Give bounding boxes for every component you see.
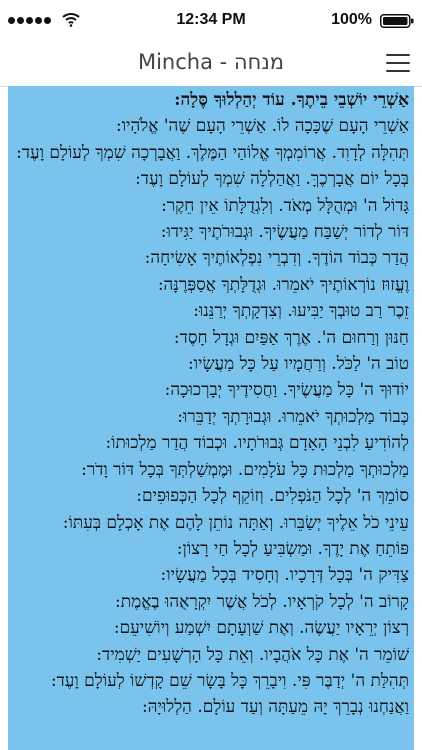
prayer-line: מַלְכוּתְךָ מַלְכוּת כָּל עֹלָמִים. וּמֶ… <box>81 459 409 480</box>
prayer-line: צַדִּיק ה' בְּכָל דְּרָכָיו. וְחָסִיד בְ… <box>160 565 409 586</box>
navigation-bar: Mincha - מנחה <box>0 40 422 87</box>
phone-screen: 12:34 PM 100% Mincha - מנחה אַשְׁרֵי יוֹ… <box>0 0 422 750</box>
prayer-line: חַנּוּן וְרַחוּם ה'. אֶרֶךְ אַפַּיִם וּג… <box>173 327 409 348</box>
prayer-line: רְצוֹן יְרֵאָיו יַעֲשֶׂה. וְאֶת שַׁוְעָת… <box>113 618 409 639</box>
prayer-line: הֲדַר כְּבוֹד הוֹדֶךָ. וְדִבְרֵי נִפְלְא… <box>144 248 409 269</box>
prayer-line: פּוֹתֵחַ אֶת יָדֶךָ. וּמַשְׂבִּיעַ לְכָל… <box>176 538 409 559</box>
prayer-line: לְהוֹדִיעַ לִבְנֵי הָאָדָם גְּבוּרֹתָיו.… <box>105 433 409 454</box>
prayer-line: יוֹדוּךָ ה' כָּל מַעֲשֶׂיךָ. וַחֲסִידֶיך… <box>164 380 409 401</box>
prayer-line: גָּדוֹל ה' וּמְהֻלָּל מְאֹד. וְלִגְדֻלָּ… <box>161 195 409 216</box>
prayer-line: שׁוֹמֵר ה' אֶת כָּל אֹהֲבָיו. וְאֵת כָּל… <box>96 644 409 665</box>
battery-percentage: 100% <box>331 11 372 28</box>
prayer-line: קָרוֹב ה' לְכָל קֹרְאָיו. לְכֹל אֲשֶׁר י… <box>115 591 409 612</box>
prayer-content[interactable]: אַשְׁרֵי יוֹשְׁבֵי בֵיתֶךָ. עוֹד יְהַלְל… <box>8 86 414 750</box>
prayer-line: כְּבוֹד מַלְכוּתְךָ יֹאמֵרוּ. וּגְבוּרָת… <box>177 406 409 427</box>
prayer-heading: אַשְׁרֵי יוֹשְׁבֵי בֵיתֶךָ. עוֹד יְהַלְל… <box>174 90 409 110</box>
prayer-line: תְּהִלָּה לְדָוִד. אֲרוֹמִמְךָ אֱלוֹהַי … <box>16 142 409 163</box>
prayer-line: זֵכֶר רַב טוּבְךָ יַבִּיעוּ. וְצִדְקָתְך… <box>193 301 409 322</box>
prayer-line: וַאֲנַחְנוּ נְבָרֵךְ יָהּ מֵעַתָּה וְעַד… <box>141 697 409 718</box>
hamburger-menu-icon[interactable] <box>386 52 410 74</box>
prayer-line: סוֹמֵךְ ה' לְכָל הַנֹּפְלִים. וְזוֹקֵף ל… <box>136 486 409 507</box>
prayer-line: וֶעֱזוּז נוֹרְאוֹתֶיךָ יֹאמֵרוּ. וּגְדֻל… <box>157 274 409 295</box>
prayer-line: דּוֹר לְדוֹר יְשַׁבַּח מַעֲשֶׂיךָ. וּגְב… <box>160 222 409 243</box>
prayer-line: אַשְׁרֵי הָעָם שֶׁכָּכָה לוֹ. אַשְׁרֵי ה… <box>115 116 409 137</box>
prayer-line: טוֹב ה' לַכֹּל. וְרַחֲמָיו עַל כָּל מַעֲ… <box>187 354 409 375</box>
prayer-line: עֵינֵי כֹל אֵלֶיךָ יְשַׂבֵּרוּ. וְאַתָּה… <box>62 512 409 533</box>
prayer-line: תְּהִלַּת ה' יְדַבֶּר פִּי. וִיבָרֵךְ כָ… <box>50 670 409 691</box>
battery-icon <box>380 14 414 28</box>
page-title: Mincha - מנחה <box>137 50 285 74</box>
prayer-line: בְּכָל יוֹם אֲבָרְכֶךָּ. וַאֲהַלְלָה שִׁ… <box>135 169 409 190</box>
prayer-text: אַשְׁרֵי יוֹשְׁבֵי בֵיתֶךָ. עוֹד יְהַלְל… <box>8 86 414 721</box>
status-bar: 12:34 PM 100% <box>0 0 422 40</box>
